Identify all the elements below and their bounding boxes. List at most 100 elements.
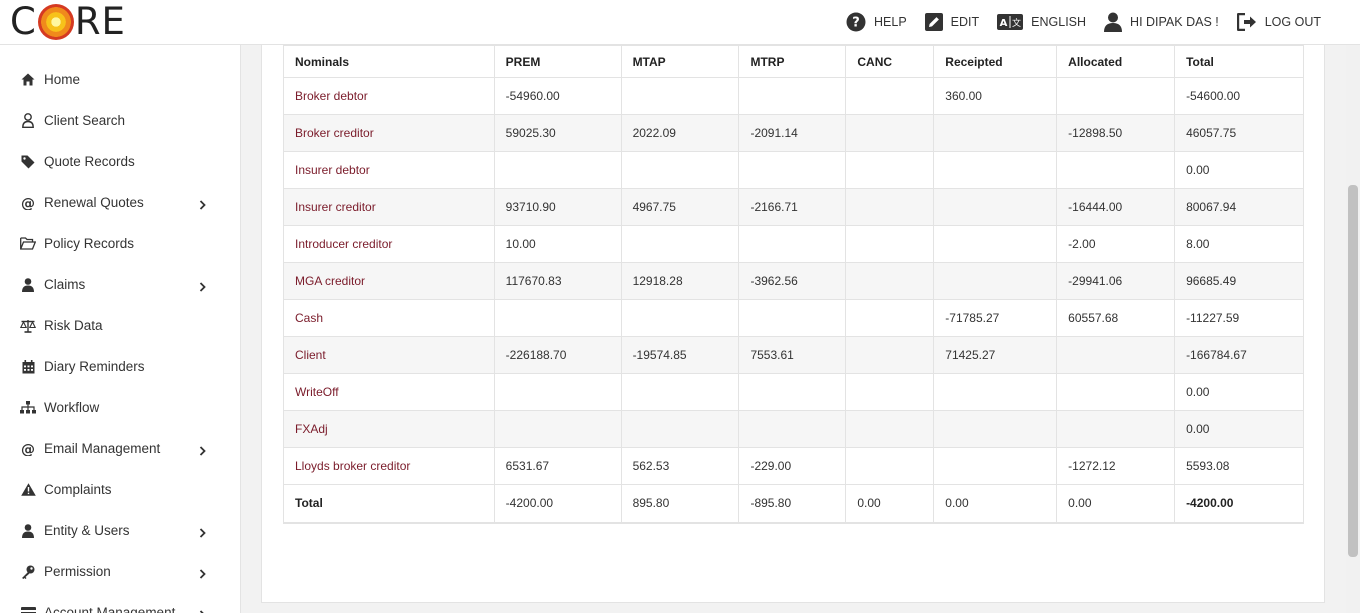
- table-cell: 12918.28: [620, 262, 740, 300]
- home-icon: [20, 72, 36, 88]
- table-cell: [493, 151, 622, 189]
- nominal-link[interactable]: Insurer debtor: [283, 151, 495, 189]
- sidebar-item-quote-records[interactable]: Quote Records: [0, 141, 240, 182]
- at-icon: @: [20, 195, 36, 211]
- sidebar-item-label: Policy Records: [44, 236, 135, 251]
- nominal-link[interactable]: Broker creditor: [283, 114, 495, 152]
- nominal-link[interactable]: Introducer creditor: [283, 225, 495, 263]
- sidebar-item-label: Home: [44, 72, 81, 87]
- total-cell: 0.00: [1056, 484, 1176, 523]
- column-header: Nominals: [283, 45, 495, 78]
- svg-text:@: @: [21, 442, 35, 456]
- table-cell: 59025.30: [493, 114, 622, 152]
- sidebar-item-entity-users[interactable]: Entity & Users: [0, 510, 240, 551]
- logout-button[interactable]: LOG OUT: [1236, 13, 1321, 31]
- nominal-link[interactable]: Insurer creditor: [283, 188, 495, 226]
- sidebar-item-account-management[interactable]: Account Management: [0, 592, 240, 613]
- table-cell: [620, 410, 740, 448]
- table-cell: [738, 151, 847, 189]
- nominal-link[interactable]: Cash: [283, 299, 495, 337]
- sidebar-item-label: Claims: [44, 277, 86, 292]
- column-header: Allocated: [1056, 45, 1176, 78]
- table-cell: -16444.00: [1056, 188, 1176, 226]
- sitemap-icon: [20, 400, 36, 416]
- language-label: ENGLISH: [1031, 15, 1087, 29]
- table-cell: 80067.94: [1174, 188, 1304, 226]
- help-label: HELP: [874, 15, 907, 29]
- total-cell: 0.00: [845, 484, 935, 523]
- table-row: Insurer debtor 0.00: [283, 151, 1304, 189]
- sidebar-item-label: Complaints: [44, 482, 112, 497]
- key-icon: [20, 564, 36, 580]
- logout-label: LOG OUT: [1264, 15, 1321, 29]
- sidebar: Home Client Search Quote Records @ Renew…: [0, 45, 241, 613]
- table-cell: 46057.75: [1174, 114, 1304, 152]
- svg-text:?: ?: [852, 16, 860, 31]
- chevron-right-icon: [199, 526, 206, 541]
- tag-icon: [20, 154, 36, 170]
- table-row: Broker debtor -54960.00 360.00 -54600.00: [283, 77, 1304, 115]
- table-row: Insurer creditor 93710.90 4967.75 -2166.…: [283, 188, 1304, 226]
- table-cell: [845, 447, 935, 485]
- sidebar-item-complaints[interactable]: Complaints: [0, 469, 240, 510]
- sidebar-item-label: Renewal Quotes: [44, 195, 144, 210]
- chevron-right-icon: [199, 567, 206, 582]
- table-cell: [738, 373, 847, 411]
- table-cell: [1056, 410, 1176, 448]
- sidebar-item-risk-data[interactable]: Risk Data: [0, 305, 240, 346]
- sidebar-item-label: Entity & Users: [44, 523, 130, 538]
- nominal-link[interactable]: Client: [283, 336, 495, 374]
- table-cell: [845, 336, 935, 374]
- nominal-link[interactable]: Lloyds broker creditor: [283, 447, 495, 485]
- table-cell: [845, 410, 935, 448]
- sidebar-item-label: Permission: [44, 564, 111, 579]
- table-cell: [845, 114, 935, 152]
- core-logo[interactable]: C RE: [10, 2, 126, 42]
- scrollbar-thumb[interactable]: [1348, 185, 1358, 557]
- sidebar-item-diary-reminders[interactable]: Diary Reminders: [0, 346, 240, 387]
- table-cell: [845, 188, 935, 226]
- user-menu[interactable]: HI DIPAK DAS !: [1104, 12, 1219, 32]
- table-cell: 6531.67: [493, 447, 622, 485]
- column-header: Receipted: [933, 45, 1058, 78]
- sidebar-item-email-management[interactable]: @ Email Management: [0, 428, 240, 469]
- table-cell: [738, 410, 847, 448]
- user-icon: [20, 277, 36, 293]
- sidebar-item-policy-records[interactable]: Policy Records: [0, 223, 240, 264]
- sidebar-item-label: Workflow: [44, 400, 100, 415]
- table-cell: [1056, 77, 1176, 115]
- user-icon: [20, 523, 36, 539]
- nominals-card: Nominals PREM MTAP MTRP CANC Receipted A…: [261, 45, 1325, 603]
- table-cell: 5593.08: [1174, 447, 1304, 485]
- edit-button[interactable]: EDIT: [924, 13, 979, 31]
- table-row: Introducer creditor 10.00 -2.00 8.00: [283, 225, 1304, 263]
- sidebar-item-permission[interactable]: Permission: [0, 551, 240, 592]
- nominal-link[interactable]: WriteOff: [283, 373, 495, 411]
- table-cell: [933, 262, 1058, 300]
- chevron-right-icon: [199, 444, 206, 459]
- svg-text:文: 文: [1012, 17, 1021, 29]
- sidebar-item-renewal-quotes[interactable]: @ Renewal Quotes: [0, 182, 240, 223]
- sidebar-item-home[interactable]: Home: [0, 59, 240, 100]
- total-row: Total -4200.00 895.80 -895.80 0.00 0.00 …: [283, 484, 1304, 523]
- nominal-link[interactable]: Broker debtor: [283, 77, 495, 115]
- language-button[interactable]: A文 ENGLISH: [997, 14, 1086, 30]
- scale-icon: [20, 318, 36, 334]
- help-button[interactable]: ? HELP: [846, 12, 907, 32]
- table-cell: -11227.59: [1174, 299, 1304, 337]
- user-icon: [1104, 12, 1123, 32]
- table-cell: [738, 299, 847, 337]
- logo-letters-re: RE: [74, 0, 126, 43]
- table-cell: [620, 77, 740, 115]
- sidebar-item-claims[interactable]: Claims: [0, 264, 240, 305]
- sidebar-item-workflow[interactable]: Workflow: [0, 387, 240, 428]
- logout-icon: [1236, 13, 1257, 31]
- table-cell: 4967.75: [620, 188, 740, 226]
- sidebar-item-client-search[interactable]: Client Search: [0, 100, 240, 141]
- main-content: Nominals PREM MTAP MTRP CANC Receipted A…: [241, 45, 1346, 613]
- table-cell: [620, 373, 740, 411]
- table-cell: -166784.67: [1174, 336, 1304, 374]
- nominal-link[interactable]: FXAdj: [283, 410, 495, 448]
- nominal-link[interactable]: MGA creditor: [283, 262, 495, 300]
- grand-total-cell: -4200.00: [1174, 484, 1304, 523]
